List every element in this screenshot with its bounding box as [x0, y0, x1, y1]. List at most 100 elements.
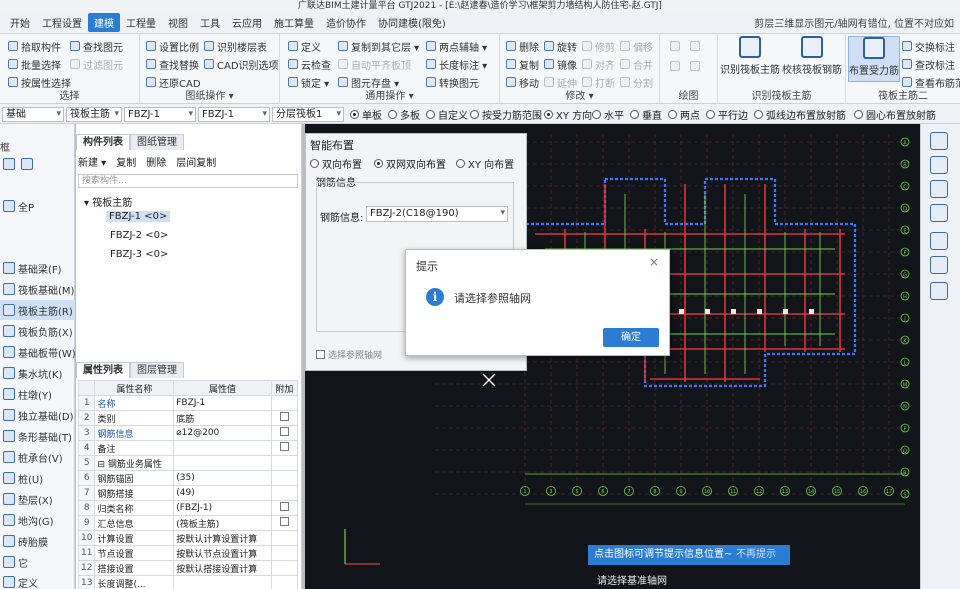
- place-rebar-button[interactable]: 布置受力筋: [848, 36, 900, 82]
- arc-radial-radio[interactable]: 弧线边布置放射筋: [754, 107, 846, 122]
- mirror-button[interactable]: 镜像: [544, 56, 577, 72]
- copy-component-button[interactable]: 复制: [116, 154, 136, 169]
- bidirectional-radio[interactable]: 双向布置: [310, 156, 362, 171]
- menu-project-settings[interactable]: 工程设置: [36, 13, 88, 32]
- property-value[interactable]: (FBZJ-1): [173, 500, 272, 516]
- extra-checkbox[interactable]: [279, 412, 289, 421]
- find-replace-button[interactable]: 查找替换: [146, 56, 199, 72]
- horizontal-radio[interactable]: 水平: [592, 107, 624, 122]
- batch-select-button[interactable]: 批量选择: [8, 56, 61, 72]
- custom-radio[interactable]: 自定义: [426, 107, 468, 122]
- by-range-radio[interactable]: 按受力筋范围: [470, 107, 542, 122]
- tree-item-fbzj-2[interactable]: FBZJ-2 <0>: [110, 230, 168, 241]
- two-point-radio[interactable]: 两点: [668, 107, 700, 122]
- delete-component-button[interactable]: 删除: [146, 154, 166, 169]
- edit-label-button[interactable]: 查改标注: [902, 56, 955, 72]
- tree-item-fbzj-1[interactable]: FBZJ-1 <0>: [106, 211, 171, 222]
- layer-select[interactable]: 分层筏板1: [272, 107, 344, 122]
- menu-tools[interactable]: 工具: [194, 13, 226, 32]
- component-search-input[interactable]: 搜索构件...: [78, 174, 298, 188]
- property-value[interactable]: 按默认计算设置计算: [173, 530, 272, 546]
- center-radial-radio[interactable]: 圆心布置放射筋: [854, 107, 936, 122]
- type-select[interactable]: 筏板主筋: [66, 107, 122, 122]
- draw-arc-button[interactable]: [690, 38, 703, 54]
- layer-view-icon[interactable]: [930, 204, 948, 222]
- cad-options-button[interactable]: CAD识别选项: [204, 56, 279, 72]
- property-value[interactable]: ⌀12@200: [173, 425, 272, 441]
- merge-button[interactable]: 合并: [620, 56, 653, 72]
- menu-start[interactable]: 开始: [4, 13, 36, 32]
- single-board-radio[interactable]: 单板: [350, 107, 382, 122]
- nav-item-raft-foundation[interactable]: 筏板基础(M): [0, 279, 75, 299]
- two-point-axis-button[interactable]: 两点辅轴 ▾: [426, 38, 487, 54]
- ref-axis-checkbox[interactable]: 选择参照轴网: [316, 348, 382, 361]
- double-net-radio[interactable]: 双网双向布置: [374, 156, 446, 171]
- property-row[interactable]: 2 类别 底筋: [77, 410, 299, 426]
- top-view-icon[interactable]: [930, 180, 948, 198]
- rebar-info-select[interactable]: FBZJ-2(C18@190): [366, 206, 508, 222]
- property-row[interactable]: 1 名称 FBZJ-1: [77, 395, 299, 411]
- property-value[interactable]: 按默认搭接设置计算: [173, 560, 272, 576]
- offset-button[interactable]: 偏移: [620, 38, 653, 54]
- property-value[interactable]: [173, 455, 272, 471]
- copy-button[interactable]: 复制: [506, 56, 539, 72]
- check-raft-button[interactable]: 校核筏板钢筋: [782, 36, 842, 82]
- property-extra[interactable]: [270, 440, 299, 456]
- multi-board-radio[interactable]: 多板: [388, 107, 420, 122]
- nav-item-trench[interactable]: 地沟(G): [0, 510, 75, 530]
- menu-cloud[interactable]: 云应用: [226, 13, 268, 32]
- property-extra[interactable]: [270, 425, 299, 441]
- report-icon[interactable]: [930, 282, 948, 300]
- nav-item-all[interactable]: 全P: [0, 196, 75, 216]
- new-component-button[interactable]: 新建 ▾: [78, 154, 106, 169]
- menu-modeling[interactable]: 建模: [88, 13, 120, 32]
- vertical-radio[interactable]: 垂直: [630, 107, 662, 122]
- sphere-view-icon[interactable]: [930, 132, 948, 150]
- xy-direction-radio[interactable]: XY 方向: [544, 107, 592, 122]
- extra-checkbox[interactable]: [279, 502, 289, 511]
- property-row[interactable]: 12 搭接设置 按默认搭接设置计算: [77, 560, 299, 576]
- close-icon[interactable]: ×: [649, 255, 659, 269]
- property-value[interactable]: [173, 575, 272, 589]
- property-row[interactable]: 6 钢筋锚固 (35): [77, 470, 299, 486]
- trim-button[interactable]: 修剪: [582, 38, 615, 54]
- property-value[interactable]: (35): [173, 470, 272, 486]
- nav-item-sump[interactable]: 集水坑(K): [0, 363, 75, 383]
- property-row[interactable]: 8 归类名称 (FBZJ-1): [77, 500, 299, 516]
- fit-view-icon[interactable]: [930, 232, 948, 250]
- nav-item-raft-main-rebar[interactable]: 筏板主筋(R): [0, 300, 75, 320]
- property-value[interactable]: (筏板主筋): [173, 515, 272, 531]
- property-row[interactable]: 9 汇总信息 (筏板主筋): [77, 515, 299, 531]
- component-select[interactable]: FBZJ-1: [124, 107, 196, 122]
- align-button[interactable]: 对齐: [582, 56, 615, 72]
- nav-item-tool-1[interactable]: [0, 154, 75, 174]
- property-row[interactable]: 4 备注: [77, 440, 299, 456]
- property-row[interactable]: 7 钢筋搭接 (49): [77, 485, 299, 501]
- extra-checkbox[interactable]: [279, 427, 289, 436]
- ok-button[interactable]: 确定: [603, 328, 659, 347]
- delete-button[interactable]: 删除: [506, 38, 539, 54]
- menu-quantities[interactable]: 工程量: [120, 13, 162, 32]
- property-value[interactable]: FBZJ-1: [173, 395, 272, 411]
- define-button[interactable]: 定义: [288, 38, 321, 54]
- tab-component-list[interactable]: 构件列表: [76, 134, 130, 150]
- extra-checkbox[interactable]: [279, 442, 289, 451]
- category-select[interactable]: 基础: [2, 107, 64, 122]
- property-extra[interactable]: [270, 500, 299, 516]
- parallel-edge-radio[interactable]: 平行边: [706, 107, 748, 122]
- draw-point-button[interactable]: [670, 58, 683, 74]
- length-dim-button[interactable]: 长度标注 ▾: [426, 56, 487, 72]
- hint-bar[interactable]: 点击图标可调节提示信息位置~ 不再提示: [588, 545, 790, 565]
- nav-item-frame[interactable]: 框: [0, 136, 75, 156]
- nav-item-strip-foundation[interactable]: 条形基础(T): [0, 426, 75, 446]
- property-value[interactable]: 底筋: [173, 410, 272, 426]
- menu-cost-collab[interactable]: 造价协作: [320, 13, 372, 32]
- property-row[interactable]: 11 节点设置 按默认节点设置计算: [77, 545, 299, 561]
- auto-align-button[interactable]: 自动平齐板顶: [338, 56, 411, 72]
- property-extra[interactable]: [270, 410, 299, 426]
- extra-checkbox[interactable]: [279, 517, 289, 526]
- nav-item-cushion[interactable]: 垫层(X): [0, 489, 75, 509]
- find-element-button[interactable]: 查找图元: [70, 38, 123, 54]
- floor-copy-button[interactable]: 层间复制: [176, 154, 216, 169]
- property-value[interactable]: 按默认节点设置计算: [173, 545, 272, 561]
